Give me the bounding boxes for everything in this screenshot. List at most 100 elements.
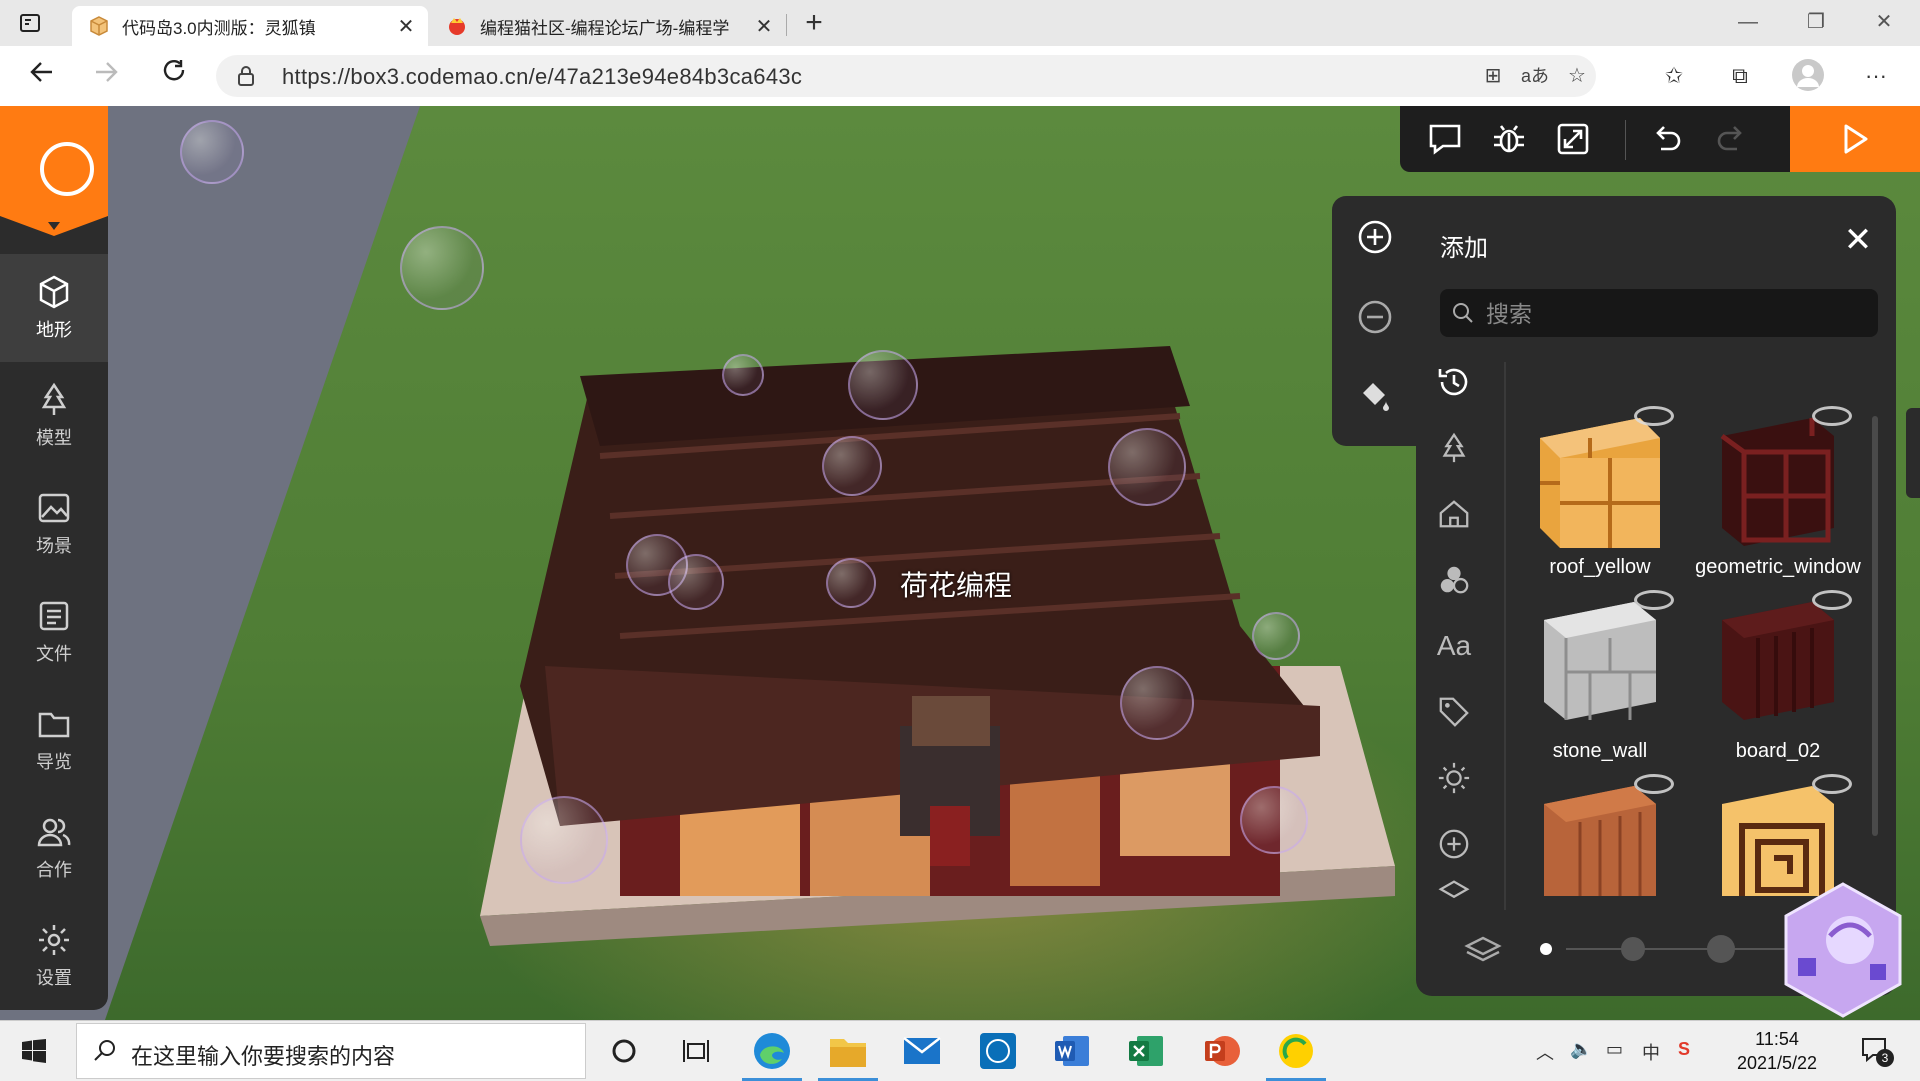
users-icon (37, 818, 71, 847)
ime-indicator[interactable]: 中 (1642, 1039, 1660, 1065)
sidebar-item-scene[interactable]: 场景 (0, 470, 108, 578)
category-custom[interactable] (1428, 818, 1480, 870)
remove-mode-button[interactable] (1354, 296, 1396, 338)
tab-close-icon[interactable]: ✕ (392, 14, 420, 39)
more-menu-icon[interactable]: ··· (1858, 58, 1894, 94)
sidebar-item-collab[interactable]: 合作 (0, 794, 108, 902)
new-tab-button[interactable]: + (798, 8, 830, 40)
category-shapes[interactable] (1428, 554, 1480, 606)
cortana-button[interactable] (602, 1029, 646, 1073)
block-item-lantern[interactable] (1690, 774, 1866, 896)
edge-icon (754, 1033, 790, 1069)
fullscreen-button[interactable] (1552, 118, 1594, 160)
codemao-logo[interactable] (0, 106, 108, 236)
debug-button[interactable] (1488, 118, 1530, 160)
mail-app[interactable] (900, 1029, 944, 1073)
tab-codemao-island[interactable]: 代码岛3.0内测版：灵狐镇 ✕ (72, 6, 428, 46)
address-bar-row: https://box3.codemao.cn/e/47a213e94e84b3… (0, 46, 1920, 107)
powerpoint-app[interactable] (1200, 1029, 1244, 1073)
favorites-icon[interactable]: ✩ (1656, 58, 1692, 94)
play-button[interactable] (1790, 106, 1920, 172)
category-tags[interactable] (1428, 686, 1480, 738)
minimize-button[interactable]: — (1714, 0, 1782, 46)
block-item-board-02[interactable]: board_02 (1690, 590, 1866, 768)
tab-divider (786, 14, 787, 36)
category-plants[interactable] (1428, 422, 1480, 474)
redo-button[interactable] (1710, 118, 1752, 160)
restore-button[interactable]: ❐ (1782, 0, 1850, 46)
sogou-ime-icon[interactable]: S (1678, 1039, 1690, 1060)
sidebar-item-model[interactable]: 模型 (0, 362, 108, 470)
assistant-badge-icon[interactable] (1778, 880, 1908, 1020)
collections-icon[interactable]: ⧉ (1722, 58, 1758, 94)
close-window-button[interactable]: ✕ (1850, 0, 1918, 46)
volume-icon[interactable]: 🔈 (1570, 1039, 1592, 1060)
music-app[interactable] (1266, 1029, 1326, 1081)
category-divider (1504, 362, 1506, 910)
category-layers[interactable] (1428, 876, 1480, 902)
search-icon (94, 1040, 115, 1061)
edge-app[interactable] (742, 1029, 802, 1081)
paint-mode-button[interactable] (1354, 376, 1396, 418)
bubble (400, 226, 484, 310)
sidebar-item-terrain[interactable]: 地形 (0, 254, 108, 362)
url-field[interactable]: https://box3.codemao.cn/e/47a213e94e84b3… (216, 55, 1596, 97)
taskbar-search[interactable]: 在这里输入你要搜索的内容 (76, 1023, 586, 1079)
tab-codemao-community[interactable]: 编程猫社区-编程论坛广场-编程学 ✕ (430, 6, 786, 46)
block-item-wood-crate[interactable] (1512, 774, 1688, 896)
gear-icon (39, 925, 69, 955)
panel-close-button[interactable]: ✕ (1842, 223, 1874, 257)
sidebar-item-file[interactable]: 文件 (0, 578, 108, 686)
dell-app[interactable] (976, 1029, 1020, 1073)
undo-button[interactable] (1646, 118, 1688, 160)
refresh-button[interactable] (156, 58, 192, 94)
sidebar-item-settings[interactable]: 设置 (0, 902, 108, 1010)
file-explorer-app[interactable] (818, 1029, 878, 1081)
browser-tab-bar: 代码岛3.0内测版：灵狐镇 ✕ 编程猫社区-编程论坛广场-编程学 ✕ + — ❐… (0, 0, 1920, 46)
chat-button[interactable] (1424, 118, 1466, 160)
player-name-label: 荷花编程 (900, 570, 1013, 601)
category-recent[interactable] (1428, 356, 1480, 408)
word-app[interactable] (1050, 1029, 1094, 1073)
task-view-button[interactable] (674, 1029, 718, 1073)
notifications-button[interactable]: 3 (1860, 1035, 1894, 1070)
panel-title: 添加 (1440, 235, 1488, 262)
slider-step-dot[interactable] (1706, 935, 1735, 963)
sun-icon (1438, 762, 1470, 794)
block-name: roof_yellow (1549, 556, 1651, 578)
battery-icon[interactable]: ▭ (1606, 1039, 1623, 1060)
forward-button[interactable] (88, 58, 124, 94)
block-thumbnail (1544, 602, 1656, 720)
category-text[interactable]: Aa (1428, 620, 1480, 672)
chevron-down-icon[interactable] (48, 222, 60, 230)
windows-start-icon[interactable] (22, 1039, 46, 1063)
app-available-icon[interactable]: ⊞ (1478, 62, 1508, 90)
add-favorite-icon[interactable]: ☆ (1562, 62, 1592, 90)
read-aloud-icon[interactable]: aあ (1520, 62, 1550, 90)
back-button[interactable] (24, 58, 60, 94)
bubble (1252, 612, 1300, 660)
search-input[interactable] (1484, 289, 1868, 339)
sidebar-item-guide[interactable]: 导览 (0, 686, 108, 794)
block-item-geometric-window[interactable]: geometric_window (1690, 406, 1866, 584)
profile-avatar[interactable] (1790, 58, 1826, 94)
tray-expand-icon[interactable]: ︿ (1536, 1039, 1554, 1065)
system-clock[interactable]: 11:54 2021/5/22 (1722, 1027, 1832, 1075)
slider-step-dot[interactable] (1621, 937, 1646, 961)
slider-step-dot[interactable] (1540, 943, 1552, 955)
add-mode-button[interactable] (1354, 216, 1396, 258)
cube-icon (39, 275, 69, 309)
category-building[interactable] (1428, 488, 1480, 540)
category-light[interactable] (1428, 752, 1480, 804)
block-item-stone-wall[interactable]: stone_wall (1512, 590, 1688, 768)
tab-close-icon[interactable]: ✕ (750, 14, 778, 39)
grid-scrollbar[interactable] (1872, 416, 1878, 836)
rotate-icon (1634, 590, 1674, 610)
block-item-roof-yellow[interactable]: roof_yellow (1512, 406, 1688, 584)
tree-icon (41, 382, 67, 415)
excel-app[interactable] (1124, 1029, 1168, 1073)
bubble (848, 350, 918, 420)
tab-actions-icon[interactable] (18, 11, 42, 35)
block-name: stone_wall (1552, 740, 1648, 762)
scene-edge-handle[interactable] (1906, 408, 1920, 498)
